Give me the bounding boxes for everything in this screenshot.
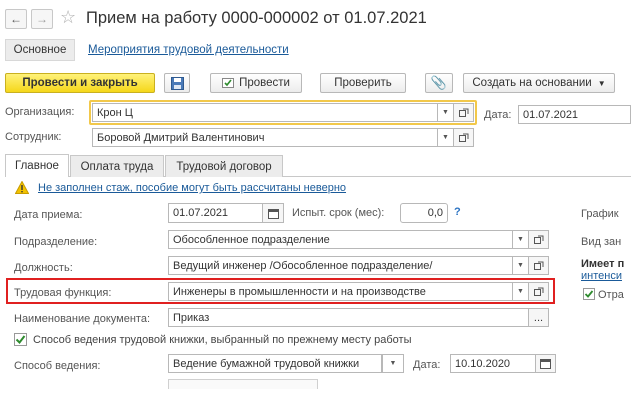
probation-label: Испыт. срок (мес): bbox=[292, 207, 385, 219]
save-button[interactable] bbox=[164, 73, 190, 93]
employment-type-label: Вид зан bbox=[581, 236, 622, 248]
help-icon[interactable]: ? bbox=[454, 206, 461, 218]
check-button[interactable]: Проверить bbox=[320, 73, 406, 93]
calendar-button[interactable] bbox=[536, 354, 556, 373]
employee-dropdown[interactable]: ▼ bbox=[438, 128, 454, 147]
calendar-icon bbox=[540, 359, 551, 369]
labor-function-field[interactable]: Инженеры в промышленности и на производс… bbox=[168, 282, 513, 301]
calendar-button[interactable] bbox=[262, 203, 284, 223]
workbook-checkbox-label: Способ ведения трудовой книжки, выбранны… bbox=[33, 334, 412, 346]
floppy-icon bbox=[170, 76, 184, 90]
probation-field[interactable]: 0,0 bbox=[400, 203, 448, 223]
document-name-select-button[interactable]: ... bbox=[529, 308, 549, 327]
partial-field bbox=[168, 379, 318, 389]
reflect-checkbox[interactable] bbox=[583, 288, 595, 300]
open-icon bbox=[533, 287, 543, 296]
labor-function-open-button[interactable] bbox=[529, 282, 549, 301]
department-label: Подразделение: bbox=[14, 236, 98, 248]
forward-button[interactable]: → bbox=[31, 9, 53, 29]
chevron-down-icon: ▼ bbox=[442, 109, 449, 116]
post-and-close-button[interactable]: Провести и закрыть bbox=[5, 73, 155, 93]
activities-link[interactable]: Мероприятия трудовой деятельности bbox=[88, 44, 289, 56]
calendar-icon bbox=[267, 208, 279, 219]
employee-open-button[interactable] bbox=[454, 128, 474, 147]
method-field[interactable]: Ведение бумажной трудовой книжки bbox=[168, 354, 382, 373]
back-button[interactable]: ← bbox=[5, 9, 27, 29]
hire-date-field[interactable]: 01.07.2021 bbox=[168, 203, 266, 223]
document-name-label: Наименование документа: bbox=[14, 313, 151, 325]
chevron-down-icon: ▼ bbox=[389, 360, 397, 367]
position-field[interactable]: Ведущий инженер /Обособленное подразделе… bbox=[168, 256, 513, 275]
arrow-right-icon: → bbox=[36, 12, 48, 26]
post-icon bbox=[222, 78, 235, 88]
date-field[interactable]: 01.07.2021 bbox=[518, 105, 631, 124]
employee-field[interactable]: Боровой Дмитрий Валентинович bbox=[92, 128, 438, 147]
chevron-down-icon: ▼ bbox=[442, 134, 449, 141]
chevron-down-icon: ▼ bbox=[597, 78, 606, 88]
paperclip-icon: 📎 bbox=[430, 75, 448, 90]
section-main[interactable]: Основное bbox=[5, 39, 75, 61]
create-based-on-button[interactable]: Создать на основании ▼ bbox=[463, 73, 615, 93]
labor-function-label: Трудовая функция: bbox=[14, 287, 112, 299]
position-dropdown[interactable]: ▼ bbox=[513, 256, 529, 275]
method-label: Способ ведения: bbox=[14, 360, 101, 372]
arrow-left-icon: ← bbox=[10, 12, 22, 26]
method-date-field[interactable]: 10.10.2020 bbox=[450, 354, 536, 373]
create-based-on-label: Создать на основании bbox=[472, 77, 592, 89]
chevron-down-icon: ▼ bbox=[517, 236, 524, 243]
organization-field[interactable]: Крон Ц bbox=[92, 103, 438, 122]
attach-button[interactable]: 📎 bbox=[425, 73, 453, 93]
position-label: Должность: bbox=[14, 262, 73, 274]
date-label: Дата: bbox=[484, 109, 512, 121]
checkmark-icon bbox=[584, 290, 594, 298]
department-dropdown[interactable]: ▼ bbox=[513, 230, 529, 249]
has-label: Имеет п bbox=[581, 258, 625, 270]
open-icon bbox=[458, 133, 468, 142]
organization-open-button[interactable] bbox=[454, 103, 474, 122]
star-icon[interactable]: ☆ bbox=[60, 7, 76, 28]
hire-date-label: Дата приема: bbox=[14, 209, 83, 221]
labor-function-dropdown[interactable]: ▼ bbox=[513, 282, 529, 301]
checkmark-icon bbox=[15, 335, 26, 345]
schedule-label: График bbox=[581, 208, 619, 220]
warning-icon bbox=[14, 180, 30, 197]
warning-link[interactable]: Не заполнен стаж, пособие могут быть рас… bbox=[38, 182, 346, 194]
method-date-label: Дата: bbox=[413, 359, 441, 371]
document-name-field[interactable]: Приказ bbox=[168, 308, 529, 327]
post-button-label: Провести bbox=[239, 77, 290, 89]
position-open-button[interactable] bbox=[529, 256, 549, 275]
tab-main[interactable]: Главное bbox=[5, 154, 69, 177]
open-icon bbox=[458, 108, 468, 117]
method-dropdown[interactable]: ▼ bbox=[382, 354, 404, 373]
department-open-button[interactable] bbox=[529, 230, 549, 249]
post-button[interactable]: Провести bbox=[210, 73, 302, 93]
tab-payment[interactable]: Оплата труда bbox=[70, 155, 164, 177]
organization-dropdown[interactable]: ▼ bbox=[438, 103, 454, 122]
organization-label: Организация: bbox=[5, 106, 75, 118]
workbook-checkbox[interactable] bbox=[14, 333, 27, 346]
tab-contract[interactable]: Трудовой договор bbox=[165, 155, 283, 177]
intensity-link[interactable]: интенси bbox=[581, 270, 622, 282]
employee-label: Сотрудник: bbox=[5, 131, 62, 143]
reflect-label: Отра bbox=[598, 289, 624, 301]
open-icon bbox=[533, 235, 543, 244]
chevron-down-icon: ▼ bbox=[517, 262, 524, 269]
chevron-down-icon: ▼ bbox=[517, 288, 524, 295]
department-field[interactable]: Обособленное подразделение bbox=[168, 230, 513, 249]
page-title: Прием на работу 0000-000002 от 01.07.202… bbox=[86, 9, 427, 27]
open-icon bbox=[533, 261, 543, 270]
